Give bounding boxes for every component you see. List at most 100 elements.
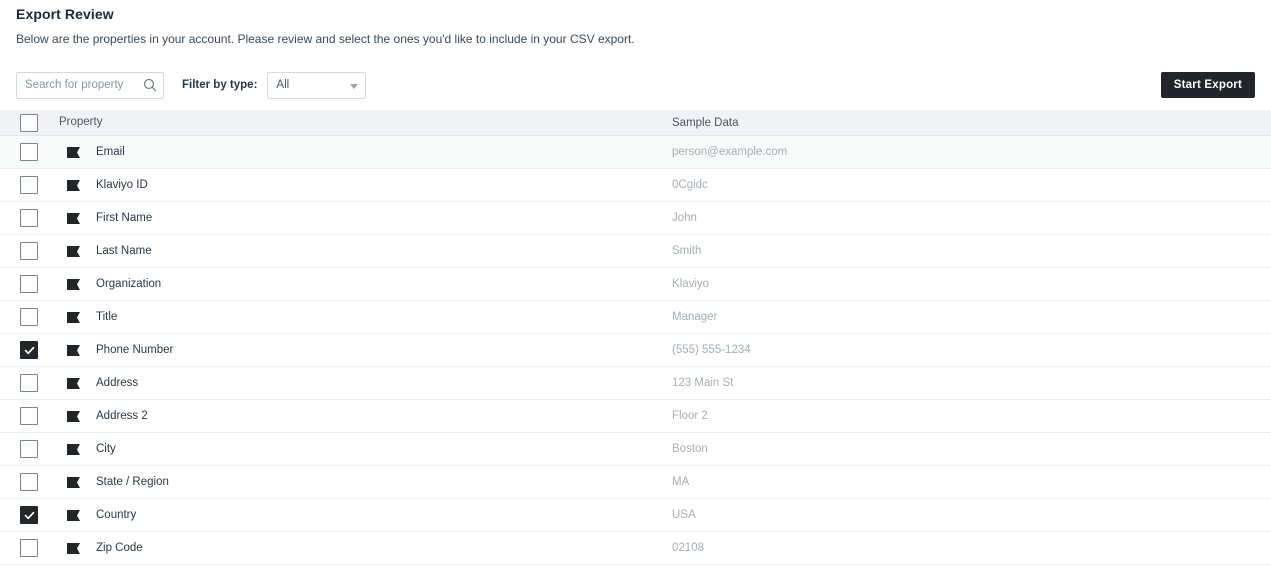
table-row[interactable]: First Name John xyxy=(0,202,1271,235)
row-property-label: Address 2 xyxy=(96,409,148,422)
table-row[interactable]: Last Name Smith xyxy=(0,235,1271,268)
tag-icon xyxy=(67,542,80,554)
row-property-label: Title xyxy=(96,310,118,323)
row-checkbox[interactable] xyxy=(20,308,38,326)
row-select-cell xyxy=(0,308,56,326)
row-select-cell xyxy=(0,242,56,260)
row-property-label: Organization xyxy=(96,277,162,290)
row-property-cell: Address 2 xyxy=(56,410,672,423)
row-property-label: Klaviyo ID xyxy=(96,178,148,191)
tag-icon xyxy=(67,509,80,521)
table-header-row: Property Sample Data xyxy=(0,110,1271,136)
row-property-cell: Country xyxy=(56,509,672,522)
table-row[interactable]: Country USA xyxy=(0,499,1271,532)
row-checkbox[interactable] xyxy=(20,506,38,524)
tag-icon xyxy=(67,179,80,191)
table-row[interactable]: State / Region MA xyxy=(0,466,1271,499)
row-property-cell: Organization xyxy=(56,278,672,291)
table-row[interactable]: Klaviyo ID 0Cgidc xyxy=(0,169,1271,202)
table-body: Email person@example.com Klaviyo ID 0Cgidc F… xyxy=(0,136,1271,565)
row-checkbox[interactable] xyxy=(20,242,38,260)
row-property-label: First Name xyxy=(96,211,153,224)
table-row[interactable]: City Boston xyxy=(0,433,1271,466)
column-header-property-label: Property xyxy=(59,116,103,128)
row-property-label: Zip Code xyxy=(96,541,143,554)
row-property-cell: Phone Number xyxy=(56,344,672,357)
table-row[interactable]: Email person@example.com xyxy=(0,136,1271,169)
row-sample-data: Manager xyxy=(672,311,718,323)
row-sample-data: 123 Main St xyxy=(672,377,734,389)
filter-by-type-label: Filter by type: xyxy=(182,79,258,91)
table-row[interactable]: Zip Code 02108 xyxy=(0,532,1271,565)
table-row[interactable]: Address 2 Floor 2 xyxy=(0,400,1271,433)
search-input[interactable] xyxy=(16,71,164,99)
row-select-cell xyxy=(0,143,56,161)
row-checkbox[interactable] xyxy=(20,341,38,359)
row-property-label: Last Name xyxy=(96,244,152,257)
row-select-cell xyxy=(0,275,56,293)
row-checkbox[interactable] xyxy=(20,539,38,557)
row-checkbox[interactable] xyxy=(20,176,38,194)
tag-icon xyxy=(67,311,80,323)
row-select-cell xyxy=(0,506,56,524)
start-export-button[interactable]: Start Export xyxy=(1160,72,1255,98)
row-sample-data: person@example.com xyxy=(672,146,788,158)
row-sample-data: Smith xyxy=(672,245,702,257)
tag-icon xyxy=(67,212,80,224)
column-header-sample-data: Sample Data xyxy=(672,116,739,129)
table-row[interactable]: Phone Number (555) 555-1234 xyxy=(0,334,1271,367)
row-property-cell: City xyxy=(56,443,672,456)
row-checkbox[interactable] xyxy=(20,143,38,161)
page-header: Export Review Below are the properties i… xyxy=(0,0,1271,46)
row-property-label: Email xyxy=(96,145,125,158)
row-checkbox[interactable] xyxy=(20,473,38,491)
filter-type-value: All xyxy=(276,79,290,91)
tag-icon xyxy=(67,278,80,290)
row-sample-data: John xyxy=(672,212,697,224)
row-checkbox[interactable] xyxy=(20,440,38,458)
row-property-cell: Klaviyo ID xyxy=(56,179,672,192)
check-icon xyxy=(23,511,35,519)
chevron-down-icon xyxy=(350,83,359,89)
row-sample-data: Boston xyxy=(672,443,708,455)
row-checkbox[interactable] xyxy=(20,209,38,227)
row-select-cell xyxy=(0,176,56,194)
table-row[interactable]: Address 123 Main St xyxy=(0,367,1271,400)
table-row[interactable]: Organization Klaviyo xyxy=(0,268,1271,301)
row-property-cell: Address xyxy=(56,377,672,390)
tag-icon xyxy=(67,146,80,158)
row-sample-data: USA xyxy=(672,509,696,521)
tag-icon xyxy=(67,245,80,257)
tag-icon xyxy=(67,377,80,389)
column-header-property: Property xyxy=(56,116,672,129)
row-sample-data: 0Cgidc xyxy=(672,179,708,191)
row-property-cell: Zip Code xyxy=(56,542,672,555)
row-sample-data: 02108 xyxy=(672,542,704,554)
search-field-wrapper xyxy=(16,71,164,99)
tag-icon xyxy=(67,410,80,422)
page-title: Export Review xyxy=(16,6,114,22)
tag-icon xyxy=(67,476,80,488)
row-sample-data: Klaviyo xyxy=(672,278,710,290)
row-property-cell: Email xyxy=(56,146,672,159)
export-review-page: Export Review Below are the properties i… xyxy=(0,0,1271,571)
select-all-cell xyxy=(0,113,56,132)
toolbar: Filter by type: All Start Export xyxy=(0,62,1271,108)
table-row[interactable]: Title Manager xyxy=(0,301,1271,334)
row-property-label: Phone Number xyxy=(96,343,174,356)
row-property-cell: Last Name xyxy=(56,245,672,258)
row-sample-data: (555) 555-1234 xyxy=(672,344,751,356)
row-property-label: Address xyxy=(96,376,139,389)
select-all-checkbox[interactable] xyxy=(20,113,38,132)
row-select-cell xyxy=(0,209,56,227)
row-checkbox[interactable] xyxy=(20,407,38,425)
row-property-label: City xyxy=(96,442,116,455)
row-checkbox[interactable] xyxy=(20,374,38,392)
filter-type-select-wrapper[interactable]: All xyxy=(267,71,367,99)
row-sample-data: MA xyxy=(672,476,690,488)
row-checkbox[interactable] xyxy=(20,275,38,293)
row-select-cell xyxy=(0,440,56,458)
row-select-cell xyxy=(0,473,56,491)
row-sample-data: Floor 2 xyxy=(672,410,708,422)
tag-icon xyxy=(67,443,80,455)
